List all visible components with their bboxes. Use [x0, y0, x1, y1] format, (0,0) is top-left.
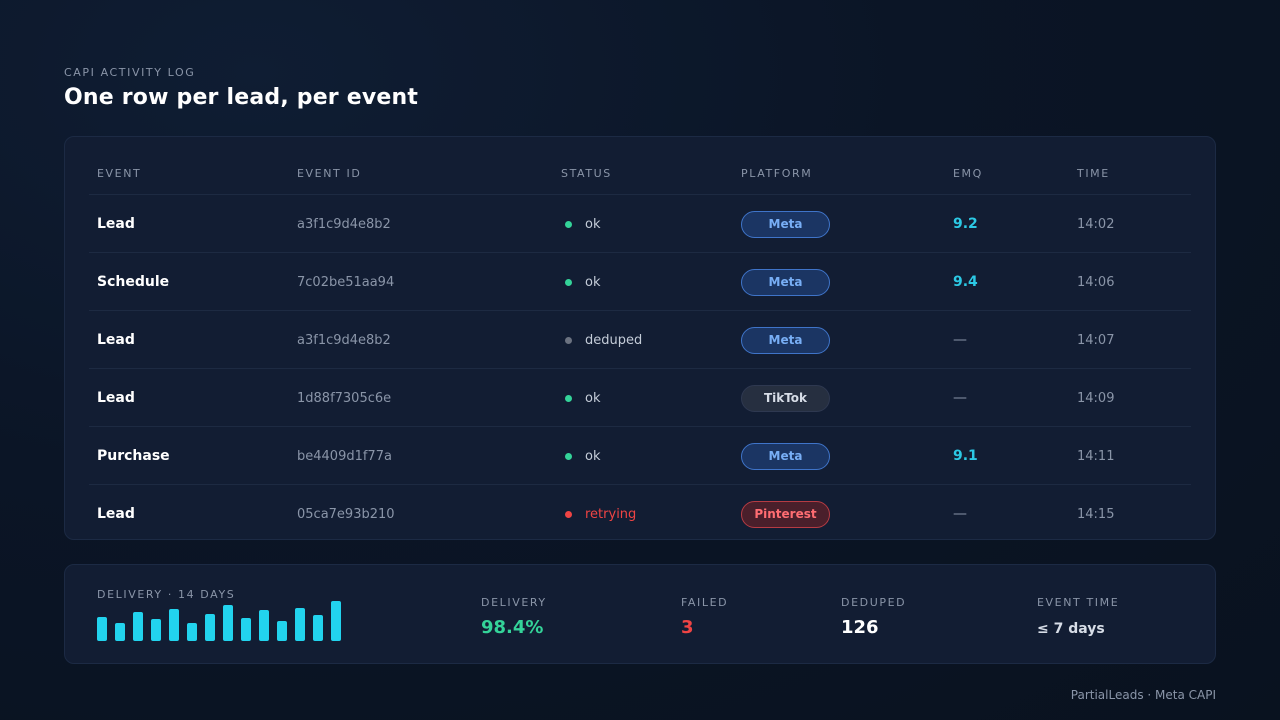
column-header-status: STATUS [561, 167, 612, 180]
table-row[interactable]: Lead a3f1c9d4e8b2 ok Meta 9.2 14:02 [89, 195, 1191, 253]
status-dot-icon [565, 336, 572, 344]
event-time: 14:06 [1077, 274, 1115, 290]
page-eyebrow: CAPI ACTIVITY LOG [64, 66, 196, 79]
status-text: ok [585, 448, 601, 464]
emq-score: 9.4 [953, 274, 978, 290]
status-dot-icon [565, 220, 572, 228]
platform-cell: Meta [741, 195, 830, 253]
event-time-stat-label: EVENT TIME [1037, 596, 1120, 609]
sparkline-bar [313, 615, 323, 641]
delivery-stats-card: DELIVERY · 14 DAYS DELIVERY 98.4% FAILED… [64, 564, 1216, 664]
platform-badge: Meta [741, 210, 830, 238]
delivery-stat-label: DELIVERY [481, 596, 547, 609]
table-row[interactable]: Schedule 7c02be51aa94 ok Meta 9.4 14:06 [89, 253, 1191, 311]
platform-badge: Pinterest [741, 500, 830, 528]
sparkline-bar [151, 619, 161, 641]
event-name: Lead [97, 390, 135, 406]
sparkline-bar [295, 608, 305, 641]
delivery-sparkline [97, 601, 341, 641]
event-id: be4409d1f77a [297, 448, 392, 464]
delivery-stat-value: 98.4% [481, 617, 544, 638]
table-row[interactable]: Lead 05ca7e93b210 retrying Pinterest — 14:15 [89, 485, 1191, 543]
table-row[interactable]: Purchase be4409d1f77a ok Meta 9.1 14:11 [89, 427, 1191, 485]
emq-score: 9.2 [953, 216, 978, 232]
sparkline-bar [97, 617, 107, 641]
platform-badge: Meta [741, 326, 830, 354]
sparkline-bar [331, 601, 341, 641]
table-row[interactable]: Lead a3f1c9d4e8b2 deduped Meta — 14:07 [89, 311, 1191, 369]
status-dot-icon [565, 510, 572, 518]
event-time: 14:09 [1077, 390, 1115, 406]
status-text: deduped [585, 332, 643, 348]
emq-score: — [953, 390, 967, 406]
sparkline-bar [115, 623, 125, 641]
status-text: retrying [585, 506, 637, 522]
table-header: EVENT EVENT ID STATUS PLATFORM EMQ TIME [89, 137, 1191, 195]
status-text: ok [585, 390, 601, 406]
status-text: ok [585, 216, 601, 232]
column-header-time: TIME [1077, 167, 1110, 180]
status-indicator: ok [565, 195, 600, 253]
event-time: 14:02 [1077, 216, 1115, 232]
column-header-emq: EMQ [953, 167, 983, 180]
event-time: 14:07 [1077, 332, 1115, 348]
failed-stat-value: 3 [681, 617, 694, 638]
event-time: 14:15 [1077, 506, 1115, 522]
platform-cell: TikTok [741, 369, 830, 427]
platform-badge: Meta [741, 268, 830, 296]
event-name: Purchase [97, 448, 170, 464]
platform-cell: Meta [741, 311, 830, 369]
event-id: a3f1c9d4e8b2 [297, 216, 391, 232]
status-indicator: retrying [565, 485, 636, 543]
column-header-event-id: EVENT ID [297, 167, 362, 180]
platform-badge: TikTok [741, 384, 830, 412]
event-name: Lead [97, 332, 135, 348]
page-title: One row per lead, per event [64, 85, 419, 110]
emq-score: 9.1 [953, 448, 978, 464]
emq-score: — [953, 332, 967, 348]
sparkline-bar [259, 610, 269, 641]
event-time-stat-value: ≤ 7 days [1037, 621, 1105, 637]
event-name: Schedule [97, 274, 170, 290]
status-dot-icon [565, 278, 572, 286]
status-indicator: ok [565, 253, 600, 311]
sparkline-bar [187, 623, 197, 641]
deduped-stat-value: 126 [841, 617, 879, 638]
sparkline-bar [223, 605, 233, 641]
status-text: ok [585, 274, 601, 290]
status-dot-icon [565, 394, 572, 402]
platform-cell: Pinterest [741, 485, 830, 543]
column-header-event: EVENT [97, 167, 142, 180]
event-id: a3f1c9d4e8b2 [297, 332, 391, 348]
column-header-platform: PLATFORM [741, 167, 813, 180]
sparkline-bar [169, 609, 179, 641]
sparkline-bar [133, 612, 143, 641]
footer-credit: PartialLeads · Meta CAPI [1070, 688, 1216, 702]
deduped-stat-label: DEDUPED [841, 596, 907, 609]
table-row[interactable]: Lead 1d88f7305c6e ok TikTok — 14:09 [89, 369, 1191, 427]
event-time: 14:11 [1077, 448, 1115, 464]
sparkline-bar [241, 618, 251, 641]
status-indicator: deduped [565, 311, 642, 369]
failed-stat-label: FAILED [681, 596, 729, 609]
emq-score: — [953, 506, 967, 522]
sparkline-bar [205, 614, 215, 641]
sparkline-bar [277, 621, 287, 641]
event-id: 7c02be51aa94 [297, 274, 395, 290]
platform-badge: Meta [741, 442, 830, 470]
platform-cell: Meta [741, 427, 830, 485]
event-name: Lead [97, 506, 135, 522]
activity-log-table: EVENT EVENT ID STATUS PLATFORM EMQ TIME … [64, 136, 1216, 540]
status-indicator: ok [565, 369, 600, 427]
platform-cell: Meta [741, 253, 830, 311]
event-name: Lead [97, 216, 135, 232]
event-id: 05ca7e93b210 [297, 506, 395, 522]
event-id: 1d88f7305c6e [297, 390, 392, 406]
status-indicator: ok [565, 427, 600, 485]
status-dot-icon [565, 452, 572, 460]
